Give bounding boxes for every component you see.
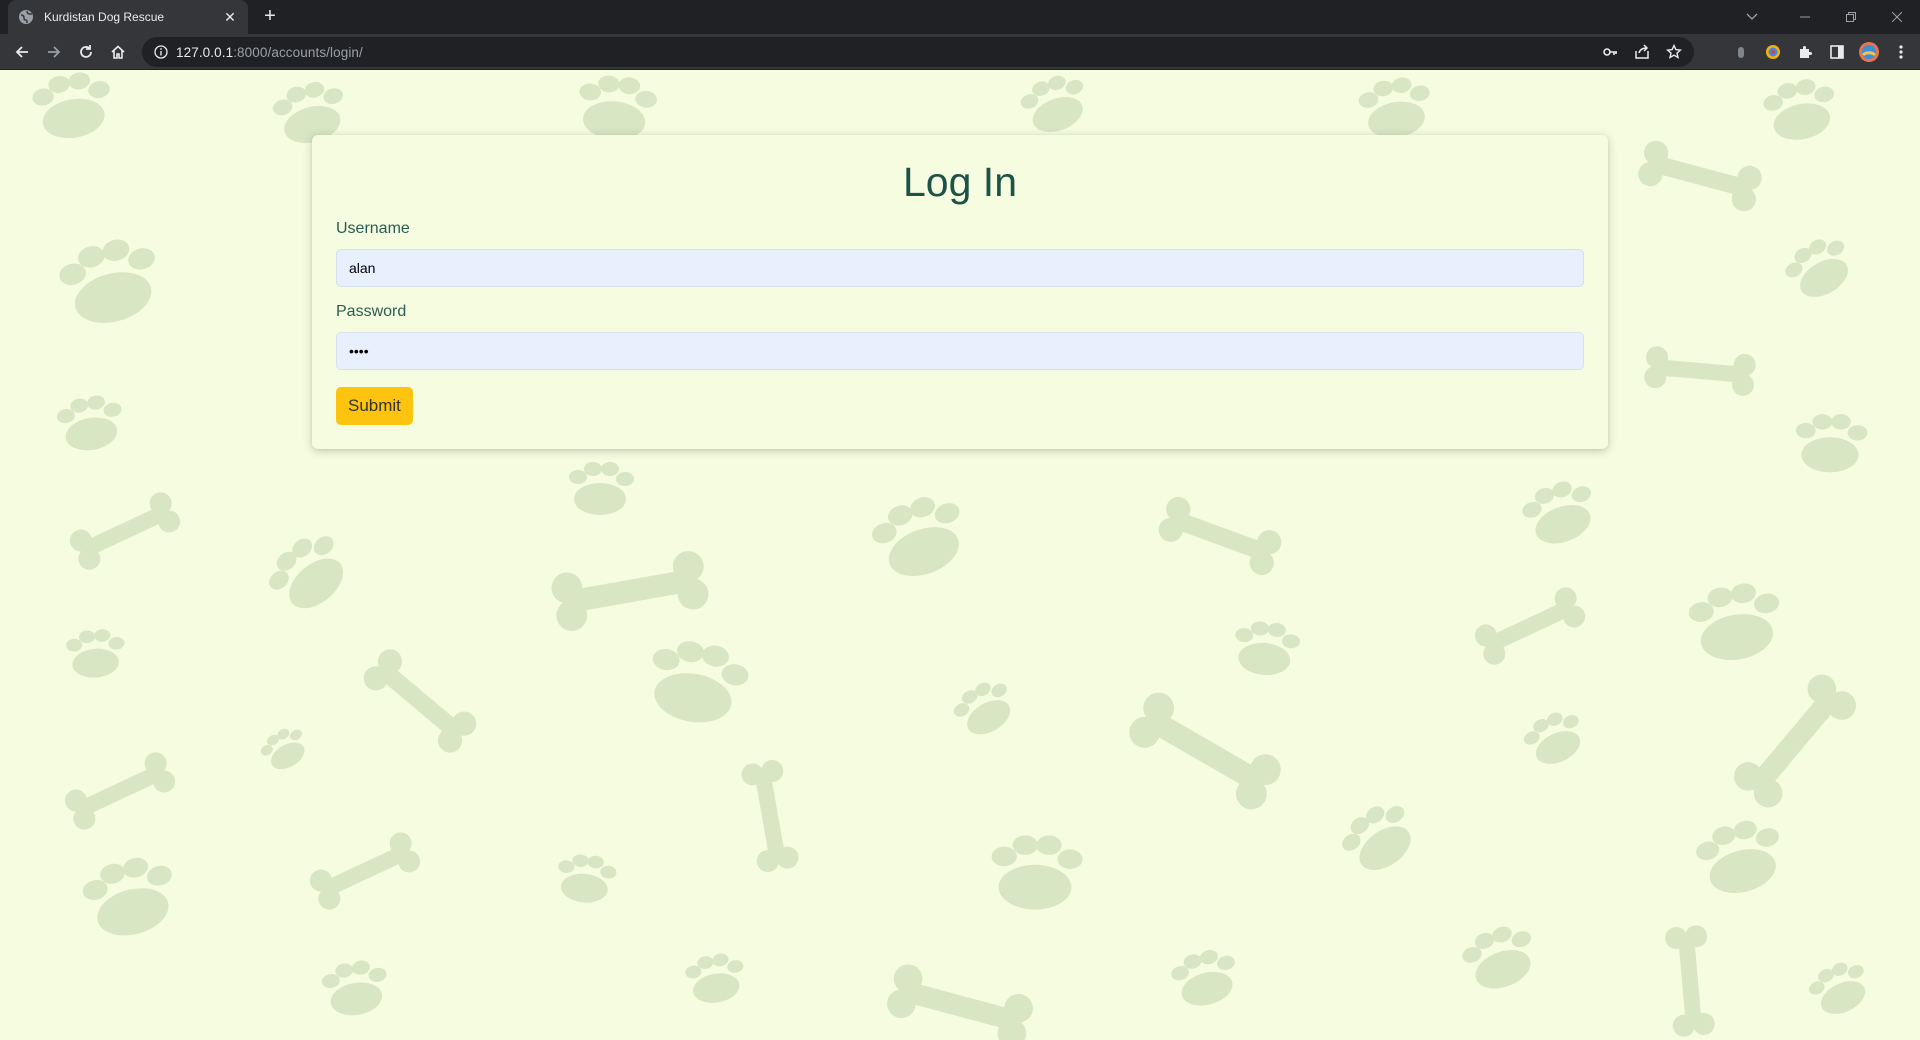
- color-extension-icon[interactable]: [1757, 38, 1789, 66]
- site-info-icon[interactable]: [146, 37, 176, 67]
- globe-icon: [18, 9, 34, 25]
- password-label: Password: [336, 303, 407, 320]
- extension-icon[interactable]: [1725, 38, 1757, 66]
- password-input[interactable]: ••••: [336, 332, 1584, 370]
- login-card: Log In Username alan Password •••• Submi…: [312, 135, 1608, 449]
- browser-tab[interactable]: Kurdistan Dog Rescue ✕: [8, 0, 248, 34]
- username-label: Username: [336, 220, 410, 237]
- key-icon[interactable]: [1594, 37, 1626, 67]
- sidepanel-icon[interactable]: [1821, 38, 1853, 66]
- puzzle-icon[interactable]: [1789, 38, 1821, 66]
- back-arrow-icon[interactable]: [8, 38, 36, 66]
- tab-search-icon[interactable]: [1734, 0, 1770, 34]
- url-host: 127.0.0.1: [176, 44, 234, 60]
- browser-toolbar: 127.0.0.1:8000/accounts/login/: [0, 34, 1920, 70]
- close-window-icon[interactable]: [1874, 0, 1920, 34]
- tab-title: Kurdistan Dog Rescue: [44, 10, 165, 24]
- home-icon[interactable]: [104, 38, 132, 66]
- restore-icon[interactable]: [1828, 0, 1874, 34]
- star-icon[interactable]: [1658, 37, 1690, 67]
- page-title: Log In: [903, 159, 1017, 205]
- url-path: :8000/accounts/login/: [233, 44, 363, 60]
- forward-arrow-icon[interactable]: [40, 38, 68, 66]
- new-tab-button[interactable]: +: [258, 5, 282, 29]
- share-icon[interactable]: [1626, 37, 1658, 67]
- close-tab-icon[interactable]: ✕: [222, 9, 238, 26]
- username-input[interactable]: alan: [336, 249, 1584, 287]
- submit-button[interactable]: Submit: [336, 387, 413, 425]
- browser-tab-strip: Kurdistan Dog Rescue ✕ +: [0, 0, 1920, 34]
- reload-icon[interactable]: [72, 38, 100, 66]
- minimize-icon[interactable]: [1782, 0, 1828, 34]
- url-text: 127.0.0.1:8000/accounts/login/: [176, 45, 363, 60]
- address-bar[interactable]: 127.0.0.1:8000/accounts/login/: [142, 37, 1694, 67]
- profile-avatar-icon[interactable]: [1853, 38, 1885, 66]
- kebab-menu-icon[interactable]: [1885, 38, 1917, 66]
- page-viewport: Log In Username alan Password •••• Submi…: [0, 71, 1920, 1040]
